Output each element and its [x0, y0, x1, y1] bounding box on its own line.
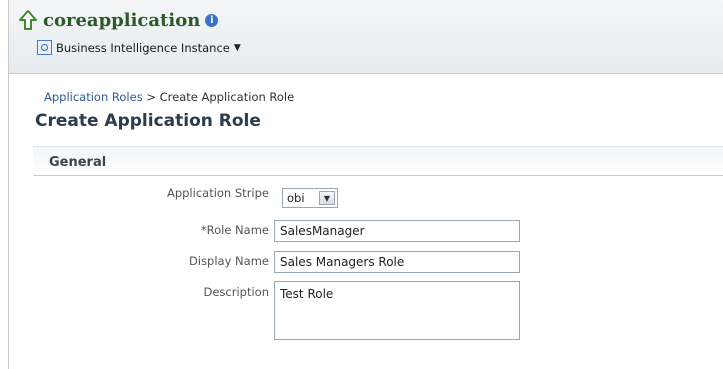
section-title: General: [49, 155, 107, 170]
stripe-value: obi: [287, 191, 305, 205]
up-arrow-icon[interactable]: [19, 10, 37, 30]
section-divider: [33, 175, 723, 176]
stripe-label: Application Stripe: [166, 186, 269, 200]
role-name-input[interactable]: [274, 220, 520, 242]
description-textarea[interactable]: Test Role: [274, 281, 520, 340]
app-title: coreapplication i: [19, 8, 219, 32]
instance-menu-label: Business Intelligence Instance: [56, 40, 230, 55]
instance-menu[interactable]: Business Intelligence Instance ▼: [37, 40, 241, 55]
header-band: coreapplication i Business Intelligence …: [9, 0, 723, 74]
role-name-label-text: Role Name: [206, 223, 269, 237]
page-frame: coreapplication i Business Intelligence …: [8, 0, 723, 369]
page-title: Create Application Role: [35, 111, 261, 131]
display-name-input[interactable]: [274, 251, 520, 273]
description-label: Description: [203, 285, 270, 299]
breadcrumb-current: Create Application Role: [159, 90, 295, 104]
general-section-header: General: [33, 146, 723, 177]
target-icon: [37, 40, 52, 55]
application-stripe-select[interactable]: obi ▼: [282, 188, 338, 208]
breadcrumb-link-application-roles[interactable]: Application Roles: [44, 90, 143, 104]
breadcrumb-separator: >: [146, 90, 156, 104]
breadcrumb: Application Roles > Create Application R…: [44, 90, 294, 104]
role-name-label: *Role Name: [29, 223, 269, 237]
chevron-down-icon: ▼: [233, 42, 241, 53]
app-name: coreapplication: [43, 9, 201, 31]
info-icon[interactable]: i: [205, 13, 219, 27]
dropdown-arrow-icon[interactable]: ▼: [319, 191, 335, 205]
display-name-label: Display Name: [189, 254, 269, 268]
